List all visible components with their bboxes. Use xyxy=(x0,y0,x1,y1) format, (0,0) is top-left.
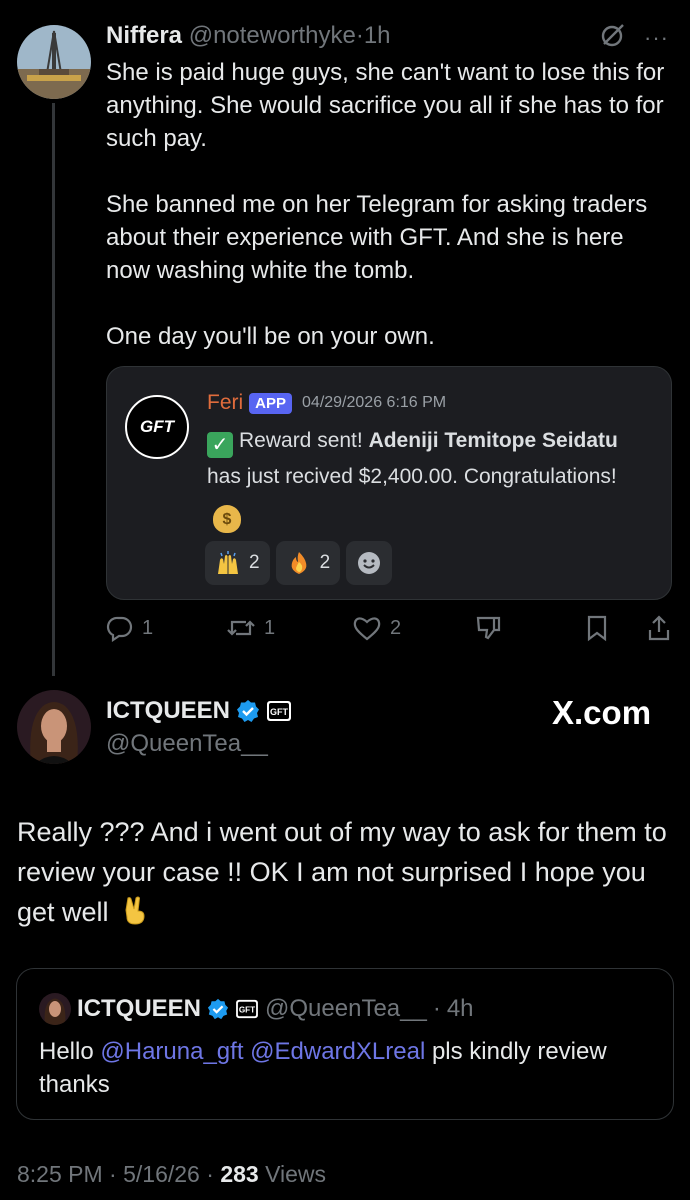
separator: · xyxy=(432,995,441,1022)
reactions: 2 2 xyxy=(205,541,393,585)
mention-link[interactable]: @EdwardXLreal xyxy=(250,1038,425,1065)
message-suffix: has just recived $2,400.00. Congratulati… xyxy=(207,465,617,488)
more-icon[interactable]: ··· xyxy=(644,25,669,51)
mention-link[interactable]: @Haruna_gft xyxy=(100,1038,243,1065)
repost-icon xyxy=(227,620,255,636)
quote-greeting: Hello xyxy=(39,1038,94,1065)
fire-icon xyxy=(291,552,306,574)
thumbs-down-icon xyxy=(476,616,501,640)
reply-icon xyxy=(106,616,133,642)
logo-text: GFT xyxy=(140,417,174,436)
bookmark-icon xyxy=(587,615,607,642)
quoted-tweet-text: Hello @Haruna_gft @EdwardXLreal pls kind… xyxy=(39,1035,659,1101)
discord-message-header: Feri APP 04/29/2026 6:16 PM xyxy=(207,391,446,415)
handle: @QueenTea__ xyxy=(265,995,427,1022)
action-bar: 1 1 2 xyxy=(106,614,674,650)
reply-count: 1 xyxy=(142,616,154,639)
view-count: 283 xyxy=(220,1161,259,1187)
post-time[interactable]: 8:25 PM xyxy=(17,1161,103,1187)
app-badge: APP xyxy=(249,392,293,414)
dislike-button[interactable] xyxy=(474,614,502,642)
views-label: Views xyxy=(265,1161,327,1187)
tweet-text: Really ??? And i went out of my way to a… xyxy=(17,812,677,932)
reply-button[interactable]: 1 xyxy=(106,614,153,642)
avatar[interactable] xyxy=(17,690,91,764)
display-name-text: ICTQUEEN xyxy=(106,697,231,724)
post-date[interactable]: 5/16/26 xyxy=(123,1161,200,1187)
discord-timestamp: 04/29/2026 6:16 PM xyxy=(302,394,447,411)
heart-icon xyxy=(353,617,381,641)
attached-image[interactable]: GFT Feri APP 04/29/2026 6:16 PM ✓ Reward … xyxy=(106,366,672,600)
share-button[interactable] xyxy=(646,614,672,642)
tweet-text-body: Really ??? And i went out of my way to a… xyxy=(17,817,667,927)
reaction-fire: 2 xyxy=(275,541,341,585)
thread-line xyxy=(52,103,55,676)
quoted-tweet[interactable]: ICTQUEEN GFT @QueenTea__ · 4h Hello @Harun… xyxy=(16,968,674,1120)
avatar xyxy=(39,993,71,1025)
handle[interactable]: @noteworthyke xyxy=(189,22,356,49)
tweet-paragraph: She banned me on her Telegram for asking… xyxy=(106,191,648,284)
reaction-raising-hands: 2 xyxy=(205,541,270,585)
add-reaction-button xyxy=(346,541,393,585)
separator: · xyxy=(109,1161,117,1187)
discord-message: ✓ Reward sent! Adeniji Temitope Seidatu h… xyxy=(207,423,647,533)
display-name: ICTQUEEN xyxy=(77,995,202,1022)
message-prefix: Reward sent! xyxy=(239,429,369,452)
separator: · xyxy=(355,22,364,49)
repost-count: 1 xyxy=(264,616,276,639)
bookmark-button[interactable] xyxy=(584,614,610,642)
tweet-text: She is paid huge guys, she can't want to… xyxy=(106,56,666,353)
repost-button[interactable]: 1 xyxy=(226,614,275,642)
x-com-watermark: X.com xyxy=(552,694,652,731)
smiley-icon xyxy=(358,552,381,574)
verified-badge-icon xyxy=(237,700,260,722)
like-button[interactable]: 2 xyxy=(352,614,401,642)
timestamp: 4h xyxy=(446,995,474,1022)
timestamp[interactable]: 1h xyxy=(364,22,391,49)
share-icon xyxy=(648,615,670,641)
svg-text:GFT: GFT xyxy=(239,1006,255,1015)
svg-text:GFT: GFT xyxy=(270,707,288,717)
display-name[interactable]: Niffera xyxy=(106,22,182,49)
avatar[interactable] xyxy=(17,25,91,99)
raising-hands-icon xyxy=(218,551,238,574)
tweet-header-icons: ··· xyxy=(600,22,669,53)
tweet-meta: 8:25 PM · 5/16/26 · 283 Views xyxy=(17,1161,326,1188)
discord-username: Feri xyxy=(207,391,244,414)
affiliate-badge-icon: GFT xyxy=(267,701,292,721)
check-mark-icon: ✓ xyxy=(207,432,233,458)
victory-hand-icon xyxy=(125,896,145,925)
display-name[interactable]: ICTQUEEN GFT xyxy=(106,697,292,725)
handle[interactable]: @QueenTea__ xyxy=(106,730,268,758)
affiliate-badge-icon: GFT xyxy=(236,999,258,1019)
money-bag-icon: $ xyxy=(213,505,241,533)
verified-badge-icon xyxy=(207,998,229,1020)
reaction-count: 2 xyxy=(319,552,331,573)
grok-icon[interactable] xyxy=(600,22,626,53)
tweet-header: Niffera @noteworthyke·1h xyxy=(106,20,391,52)
separator: · xyxy=(206,1161,214,1187)
quoted-tweet-header: ICTQUEEN GFT @QueenTea__ · 4h xyxy=(39,993,474,1025)
like-count: 2 xyxy=(390,616,402,639)
message-recipient: Adeniji Temitope Seidatu xyxy=(368,429,618,452)
tweet-paragraph: One day you'll be on your own. xyxy=(106,323,435,350)
reaction-count: 2 xyxy=(249,552,260,573)
tweet-paragraph: She is paid huge guys, she can't want to… xyxy=(106,59,665,152)
gft-logo: GFT xyxy=(125,395,189,459)
